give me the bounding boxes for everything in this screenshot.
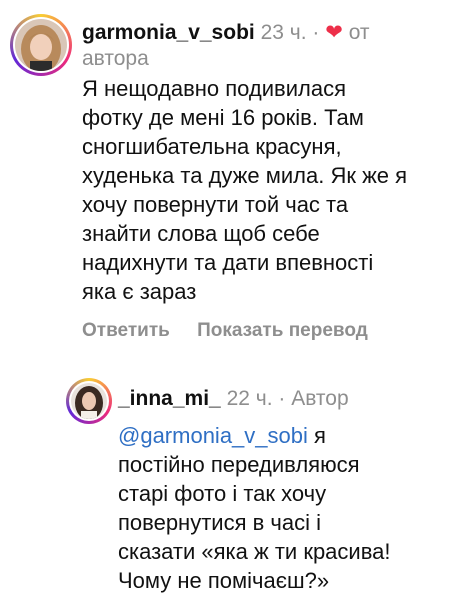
author-badge: Автор (291, 387, 349, 410)
avatar-photo (15, 19, 67, 71)
reply-button[interactable]: Ответить (82, 320, 170, 341)
comment-line: яка є зараз (82, 279, 197, 304)
reply-line: сказати «яка ж ти красива! (118, 539, 391, 564)
comment-line: знайти слова щоб себе (82, 221, 320, 246)
avatar-comment-author[interactable] (10, 14, 72, 76)
comment-line: худенька та дуже мила. Як же я (82, 163, 408, 188)
heart-icon: ❤ (325, 21, 343, 44)
mention-link[interactable]: @garmonia_v_sobi (118, 423, 308, 448)
reply-line: повернутися в часі і (118, 510, 321, 535)
separator: · (312, 21, 320, 44)
reply-line: я (307, 423, 326, 448)
avatar-photo (71, 383, 107, 419)
comment-username[interactable]: garmonia_v_sobi (82, 21, 255, 44)
comment-line: сногшибательна красуня, (82, 134, 342, 159)
separator: · (278, 387, 286, 410)
comment-text: Я нещодавно подивилася фотку де мені 16 … (82, 74, 447, 306)
reply-line: Чому не помічаєш?» (118, 568, 330, 593)
comment-line: Я нещодавно подивилася (82, 76, 346, 101)
avatar-reply-author[interactable] (66, 378, 112, 424)
reply-text: @garmonia_v_sobi я постійно передивляюся… (118, 421, 448, 595)
comment-line: фотку де мені 16 років. Там (82, 105, 364, 130)
comment-line: надихнути та дати впевності (82, 250, 374, 275)
comment-time: 23 ч. (260, 21, 307, 44)
comment-header: garmonia_v_sobi 23 ч. · ❤ от автора (82, 20, 442, 72)
comment-actions: Ответить Показать перевод (82, 320, 390, 342)
reply-line: постійно передивляюся (118, 452, 360, 477)
reply-time: 22 ч. (226, 387, 273, 410)
reply-line: старі фото і так хочу (118, 481, 327, 506)
reply-header: _inna_mi_ 22 ч. · Автор (118, 386, 448, 412)
show-translation-button[interactable]: Показать перевод (197, 320, 368, 341)
comment-line: хочу повернути той час та (82, 192, 349, 217)
reply-username[interactable]: _inna_mi_ (118, 387, 221, 410)
